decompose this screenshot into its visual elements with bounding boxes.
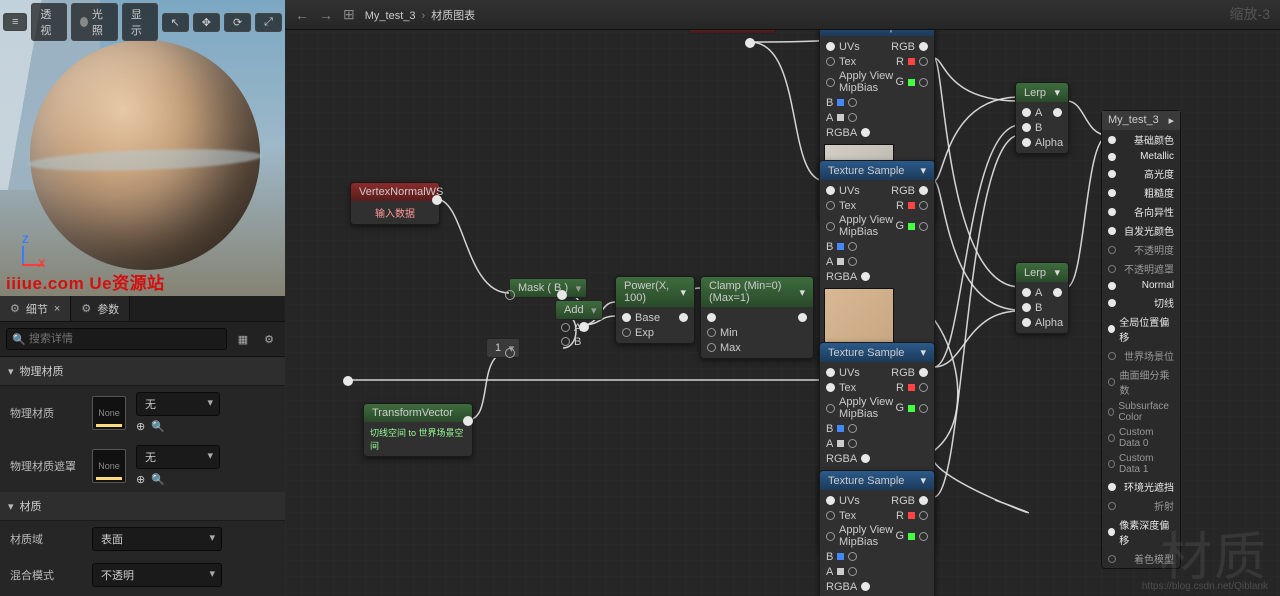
asset-thumb[interactable]: None	[92, 396, 126, 430]
prop-material-domain: 材质域 表面	[0, 521, 285, 557]
node-transformvector[interactable]: TransformVector 切线空间 to 世界场景空间	[363, 403, 473, 457]
sliders-icon: ⚙	[10, 302, 20, 315]
result-pin[interactable]: Normal	[1102, 278, 1180, 293]
result-pin[interactable]: 折射	[1102, 496, 1180, 515]
gear-icon[interactable]: ⚙	[259, 329, 279, 349]
result-pin[interactable]: 曲面细分乘数	[1102, 365, 1180, 399]
prop-physical-material-mask: 物理材质遮罩 None 无 ⊕🔍	[0, 439, 285, 492]
panel-tabs: ⚙细节× ⚙参数	[0, 296, 285, 322]
nav-back[interactable]: ←	[295, 7, 309, 23]
phys-mask-dropdown[interactable]: 无	[136, 445, 220, 469]
close-icon[interactable]: ×	[54, 303, 60, 315]
chevron-down-icon: ▾	[8, 365, 14, 378]
graph-watermark: 材质	[1160, 515, 1268, 590]
axis-gizmo: ZX	[10, 234, 50, 274]
sliders-icon: ⚙	[81, 302, 91, 315]
result-pin[interactable]: 不透明度	[1102, 240, 1180, 259]
result-pin[interactable]: 基础颜色	[1102, 130, 1180, 149]
lighting-button[interactable]: 光照	[71, 3, 118, 41]
section-material[interactable]: ▾材质	[0, 492, 285, 521]
node-vertexnormalws[interactable]: VertexNormalWS 输入数据	[350, 182, 440, 225]
node-material-result[interactable]: My_test_3▸ 基础颜色Metallic高光度粗糙度各向异性自发光颜色不透…	[1101, 110, 1181, 569]
viewport-toolbar: ≡ 透视 光照 显示 ↖ ✥ ⟳ ⤢	[0, 0, 285, 44]
tab-details[interactable]: ⚙细节×	[0, 296, 71, 321]
perspective-button[interactable]: 透视	[31, 3, 67, 41]
display-button[interactable]: 显示	[122, 3, 158, 41]
result-pin[interactable]: Custom Data 0	[1102, 425, 1180, 451]
browse-icon[interactable]: 🔍	[151, 473, 165, 486]
node-mask[interactable]: Mask ( B )	[509, 278, 587, 298]
nav-fwd[interactable]: →	[319, 7, 333, 23]
node-clamp[interactable]: Clamp (Min=0) (Max=1)▾ Min Max	[700, 276, 814, 359]
use-icon[interactable]: ⊕	[136, 420, 145, 433]
grid-icon[interactable]: ▦	[233, 329, 253, 349]
prop-physical-material: 物理材质 None 无 ⊕🔍	[0, 386, 285, 439]
graph-icon: ⊞	[343, 6, 355, 23]
material-preview[interactable]: ≡ 透视 光照 显示 ↖ ✥ ⟳ ⤢ ZX iiiue.com Ue资源站	[0, 0, 285, 296]
result-pin[interactable]: 环境光遮挡	[1102, 477, 1180, 496]
result-pin[interactable]: 粗糙度	[1102, 183, 1180, 202]
result-pin[interactable]: Custom Data 1	[1102, 451, 1180, 477]
domain-dropdown[interactable]: 表面	[92, 527, 222, 551]
graph-topbar: ← → ⊞ My_test_3›材质图表	[285, 0, 1280, 30]
node-texturesample-2[interactable]: Texture Sample▾ UVsRGB TexR Apply View M…	[819, 160, 935, 366]
tab-params[interactable]: ⚙参数	[71, 296, 130, 321]
tool-scale[interactable]: ⤢	[255, 13, 282, 32]
credit-text: https://blog.csdn.net/Qiblank	[1142, 581, 1268, 592]
search-row: 🔍 ▦ ⚙	[0, 322, 285, 357]
node-add[interactable]: Add	[555, 300, 603, 320]
result-pin[interactable]: 高光度	[1102, 164, 1180, 183]
asset-thumb[interactable]: None	[92, 449, 126, 483]
menu-button[interactable]: ≡	[3, 13, 27, 31]
node-lerp-2[interactable]: Lerp▾ A B Alpha	[1015, 262, 1069, 334]
node-lerp-1[interactable]: Lerp▾ A B Alpha	[1015, 82, 1069, 154]
details-panel[interactable]: ▾物理材质 物理材质 None 无 ⊕🔍 物理材质遮罩 None 无 ⊕🔍 ▾材…	[0, 357, 285, 596]
node-texturesample-4[interactable]: Texture Sample▾ UVsRGB TexR Apply View M…	[819, 470, 935, 596]
tool-rotate[interactable]: ⟳	[224, 13, 251, 32]
tool-select[interactable]: ↖	[162, 13, 189, 32]
result-pin[interactable]: Subsurface Color	[1102, 399, 1180, 425]
result-pin[interactable]: 全局位置偏移	[1102, 312, 1180, 346]
phys-mat-dropdown[interactable]: 无	[136, 392, 220, 416]
node-power[interactable]: Power(X, 100)▾ Base Exp	[615, 276, 695, 344]
tool-move[interactable]: ✥	[193, 13, 220, 32]
zoom-label: 缩放-3	[1230, 4, 1270, 24]
result-pin[interactable]: 自发光颜色	[1102, 221, 1180, 240]
search-icon: 🔍	[12, 333, 26, 346]
result-pin[interactable]: 世界场景位	[1102, 346, 1180, 365]
watermark-text: iiiue.com Ue资源站	[6, 269, 165, 294]
node-const-1[interactable]: 1	[486, 338, 520, 358]
result-pin[interactable]: 各向异性	[1102, 202, 1180, 221]
browse-icon[interactable]: 🔍	[151, 420, 165, 433]
result-pin[interactable]: 切线	[1102, 293, 1180, 312]
result-pin[interactable]: 不透明遮罩	[1102, 259, 1180, 278]
section-physical-material[interactable]: ▾物理材质	[0, 357, 285, 386]
search-input[interactable]	[6, 328, 227, 350]
material-graph[interactable]: ← → ⊞ My_test_3›材质图表 缩放-3	[285, 0, 1280, 596]
left-panel: ≡ 透视 光照 显示 ↖ ✥ ⟳ ⤢ ZX iiiue.com Ue资源站 ⚙细…	[0, 0, 285, 596]
prop-blend-mode: 混合模式 不透明	[0, 557, 285, 593]
chevron-down-icon: ▾	[8, 500, 14, 513]
breadcrumb[interactable]: My_test_3›材质图表	[365, 7, 475, 23]
blend-dropdown[interactable]: 不透明	[92, 563, 222, 587]
result-pin[interactable]: Metallic	[1102, 149, 1180, 164]
use-icon[interactable]: ⊕	[136, 473, 145, 486]
